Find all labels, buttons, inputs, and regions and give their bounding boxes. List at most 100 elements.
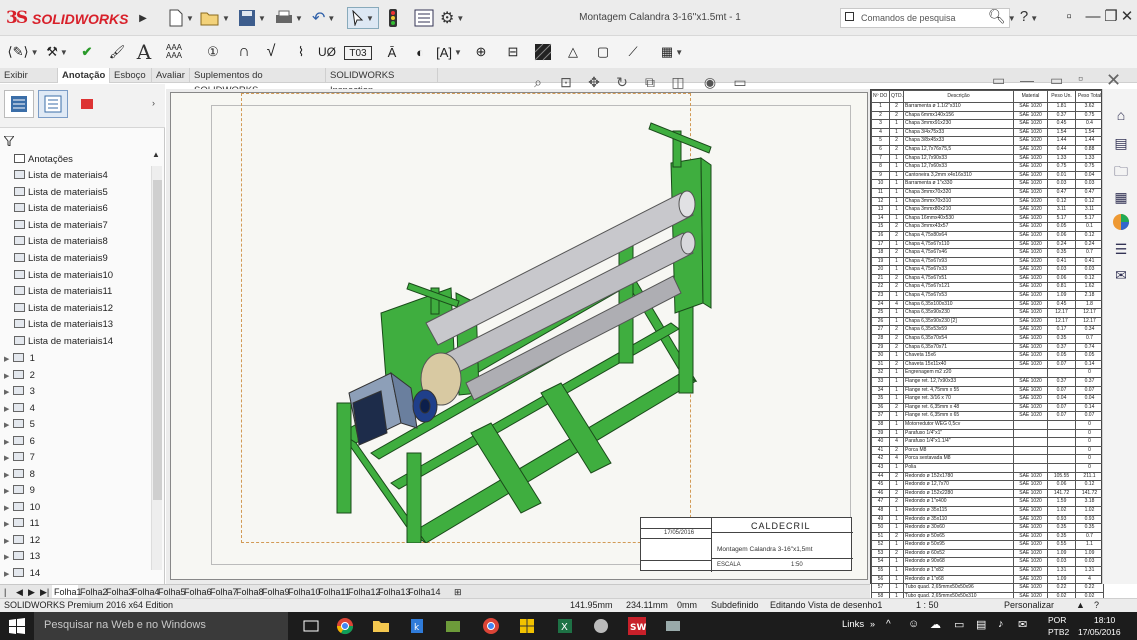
tab-exibir-layout[interactable]: Exibir layout xyxy=(0,68,58,96)
search-icon[interactable]: 🔍︎ ▼ xyxy=(988,8,1016,25)
bom-row[interactable]: 27 2 Chapa 6,35x53x59 SAE 1020 0.17 0.34 xyxy=(871,325,1104,336)
tree-drawing-view[interactable]: ▶ 7 xyxy=(4,450,154,466)
expand-icon[interactable]: ▶ xyxy=(4,501,13,517)
menu-expand-icon[interactable]: ▶ xyxy=(138,7,148,29)
bom-row[interactable]: 24 4 Chapa 6,35x100x310 SAE 1020 0.45 1.8 xyxy=(871,299,1104,310)
tree-drawing-view[interactable]: ▶ 3 xyxy=(4,384,154,400)
tab-esboco[interactable]: Esboço xyxy=(110,68,152,83)
add-sheet-icon[interactable]: ⊞ xyxy=(452,585,464,599)
chrome-2-icon[interactable] xyxy=(482,617,500,635)
tree-drawing-view[interactable]: ▶ 9 xyxy=(4,483,154,499)
expand-icon[interactable]: ▶ xyxy=(4,385,13,401)
open-document-icon[interactable]: ▼ xyxy=(200,7,230,29)
centerline-icon[interactable]: ⊟ xyxy=(500,40,526,64)
bom-row[interactable]: 7 1 Chapa 12,7x90x33 SAE 1020 1.33 1.33 xyxy=(871,153,1104,164)
sheet-tab[interactable]: Folha1 xyxy=(52,585,82,599)
bom-row[interactable]: 35 1 Flange ret. 3/16 x 70 SAE 1020 0.04 0.04 xyxy=(871,394,1104,404)
tree-bom-item[interactable]: Lista de materiais12 xyxy=(14,301,164,317)
taskbar-search-box[interactable]: Pesquisar na Web e no Windows xyxy=(34,612,288,640)
geometric-tolerance-icon[interactable]: Τ03 xyxy=(344,46,372,60)
bom-row[interactable]: 9 1 Cantoneira 3,2mm x4x16x310 SAE 1020 0.01… xyxy=(871,170,1104,181)
bom-row[interactable]: 38 1 Motorredutor WEG 0,5cv 0 xyxy=(871,419,1104,430)
sheet-tab[interactable]: Folha10 xyxy=(286,585,321,599)
excel-icon[interactable]: X xyxy=(556,617,574,635)
note-icon[interactable]: A xyxy=(132,40,156,64)
bom-row[interactable]: 28 2 Chapa 6,35x70x54 SAE 1020 0.35 0.7 xyxy=(871,334,1104,344)
tab-solidworks-inspection[interactable]: SOLIDWORKS Inspection xyxy=(326,68,438,96)
app-photos-icon[interactable] xyxy=(664,617,682,635)
volume-icon[interactable]: ♪ xyxy=(998,618,1004,630)
solidworks-logo[interactable]: 3S SOLIDWORKS xyxy=(6,8,136,30)
sheet-tab[interactable]: Folha7 xyxy=(208,585,238,599)
design-library-icon[interactable]: ▤ xyxy=(1111,133,1131,153)
bom-row[interactable]: 50 1 Redondo ø 30x60 SAE 1020 0.35 0.35 xyxy=(871,523,1104,533)
datum-feature-icon[interactable]: Ā xyxy=(380,40,404,64)
bom-row[interactable]: 37 1 Flange ret. 6,35mm x 65 SAE 1020 0.07 0.… xyxy=(871,411,1104,421)
tree-drawing-view[interactable]: ▶ 5 xyxy=(4,417,154,433)
bom-row[interactable]: 34 1 Flange ret. 4,75mm x 55 SAE 1020 0.07 0.… xyxy=(871,385,1104,396)
bom-row[interactable]: 43 1 Polia 0 xyxy=(871,462,1104,473)
expand-icon[interactable]: ▶ xyxy=(4,484,13,500)
options-gear-icon[interactable]: ⚙ ▼ xyxy=(440,7,464,29)
bom-row[interactable]: 2 2 Chapa 6mmx140x156 SAE 1020 0.37 0.75 xyxy=(871,110,1104,121)
tree-bom-item[interactable]: Lista de materiais6 xyxy=(14,201,164,217)
app-grid-icon[interactable] xyxy=(518,617,536,635)
bom-row[interactable]: 29 2 Chapa 6,35x70x71 SAE 1020 0.37 0.74 xyxy=(871,342,1104,353)
sheet-tab[interactable]: Folha12 xyxy=(346,585,381,599)
filter-icon[interactable] xyxy=(2,135,16,149)
tree-drawing-view[interactable]: ▶ 12 xyxy=(4,533,154,549)
bom-row[interactable]: 15 2 Chapa 3mmx43x57 SAE 1020 0.05 0.1 xyxy=(871,222,1104,232)
bom-row[interactable]: 48 1 Redondo ø 35x115 SAE 1020 1.02 1.02 xyxy=(871,505,1104,516)
bill-of-materials-table[interactable]: Nº DO ITEMQTD.DescriçãoMaterialPeso Un.P… xyxy=(870,89,1104,602)
customize-units[interactable]: Personalizar xyxy=(1004,599,1054,612)
expand-icon[interactable]: ▶ xyxy=(4,550,13,566)
bom-row[interactable]: 32 1 Engrenagem m2 z20 0 xyxy=(871,368,1104,378)
custom-properties-icon[interactable]: ☰ xyxy=(1111,239,1131,259)
bom-row[interactable]: 18 2 Chapa 4,75x67x46 SAE 1020 0.35 0.7 xyxy=(871,248,1104,258)
onedrive-icon[interactable]: ☁ xyxy=(930,618,941,631)
expand-icon[interactable]: ▶ xyxy=(4,517,13,533)
language-bottom[interactable]: PTB2 xyxy=(1048,627,1069,637)
expand-icon[interactable]: ▶ xyxy=(4,369,13,385)
revision-cloud-icon[interactable]: ▢ xyxy=(590,40,616,64)
bom-row[interactable]: 53 2 Redondo ø 60x52 SAE 1020 1.09 1.09 xyxy=(871,548,1104,559)
sheet-tab[interactable]: Folha6 xyxy=(182,585,212,599)
app-green-icon[interactable] xyxy=(444,617,462,635)
panel-expand-icon[interactable]: › xyxy=(152,98,155,108)
tree-drawing-view[interactable]: ▶ 11 xyxy=(4,516,154,532)
tray-arrow-icon[interactable]: ^ xyxy=(886,619,891,630)
sheet-tab[interactable]: Folha11 xyxy=(316,585,350,599)
bom-row[interactable]: 49 1 Redondo ø 35x110 SAE 1020 0.93 0.93 xyxy=(871,514,1104,525)
expand-icon[interactable]: ▶ xyxy=(4,402,13,418)
bom-row[interactable]: 36 2 Flange ret. 6,35mm x 48 SAE 1020 0.07 0.… xyxy=(871,402,1104,413)
bom-row[interactable]: 11 1 Chapa 3mmx70x320 SAE 1020 0.47 0.47 xyxy=(871,187,1104,198)
bom-row[interactable]: 14 1 Chapa 16mmx40x530 SAE 1020 5.17 5.17 xyxy=(871,213,1104,224)
file-properties-icon[interactable] xyxy=(414,7,434,29)
feature-manager-tab-icon[interactable] xyxy=(4,90,34,118)
bom-row[interactable]: 39 1 Parafuso 1/4"x1" 0 xyxy=(871,428,1104,439)
calender-assembly-model[interactable] xyxy=(241,103,761,543)
smart-dimension-icon[interactable]: ⟨✎⟩ ▼ xyxy=(6,40,40,64)
bom-row[interactable]: 5 2 Chapa 3/8x45x33 SAE 1020 1.44 1.44 xyxy=(871,136,1104,146)
sheet-scale[interactable]: 1 : 50 xyxy=(916,599,939,612)
blocks-icon[interactable]: [A] ▼ xyxy=(436,40,462,64)
hole-callout-icon[interactable]: UØ xyxy=(314,40,340,64)
tree-drawing-view[interactable]: ▶ 10 xyxy=(4,500,154,516)
next-sheet-icon[interactable]: ▶ xyxy=(26,585,36,599)
tree-bom-item[interactable]: Lista de materiais4 xyxy=(14,168,164,184)
solidworks-taskbar-icon[interactable]: SW xyxy=(628,617,646,635)
bom-row[interactable]: 56 1 Redondo ø 1"x68 SAE 1020 1.09 4 xyxy=(871,574,1104,585)
app-tool-icon[interactable] xyxy=(592,617,610,635)
network-icon[interactable]: ▤ xyxy=(976,618,986,631)
expand-icon[interactable]: ▶ xyxy=(4,451,13,467)
tree-bom-item[interactable]: Lista de materiais8 xyxy=(14,234,164,250)
surface-finish-icon[interactable]: √ xyxy=(258,40,284,64)
bom-row[interactable]: 17 1 Chapa 4,75x67x110 SAE 1020 0.24 0.24 xyxy=(871,239,1104,250)
save-icon[interactable]: ▼ xyxy=(238,7,266,29)
bom-row[interactable]: 45 1 Redondo ø 12,7x70 SAE 1020 0.06 0.12 xyxy=(871,480,1104,490)
file-explorer-icon[interactable]: 🗀︎ xyxy=(1111,161,1131,181)
people-icon[interactable]: ☺ xyxy=(908,618,919,630)
center-mark-icon[interactable]: ⊕ xyxy=(468,40,494,64)
sheet-tab[interactable]: Folha13 xyxy=(376,585,411,599)
tree-bom-item[interactable]: Lista de materiais14 xyxy=(14,334,164,350)
